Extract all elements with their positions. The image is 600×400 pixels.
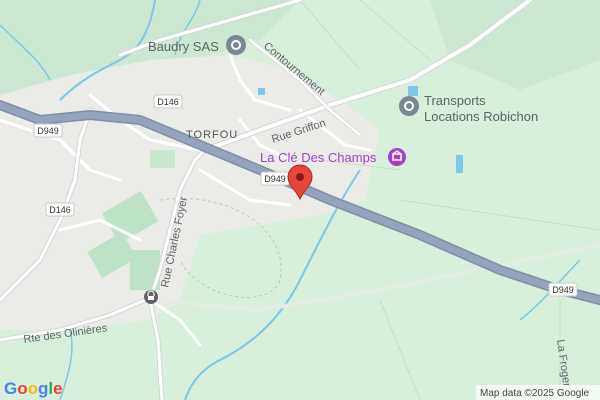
generic-poi-icon[interactable] (226, 35, 246, 55)
attraction-icon[interactable] (388, 148, 406, 166)
road-shield-d146-west: D146 (45, 202, 75, 217)
poi-label-robichon[interactable]: Locations Robichon (424, 109, 538, 124)
svg-text:Google: Google (4, 379, 63, 398)
google-logo: Google (4, 379, 63, 398)
svg-text:D146: D146 (157, 97, 179, 107)
generic-poi-icon[interactable] (399, 96, 419, 116)
map-attribution[interactable]: Map data ©2025 Google (480, 388, 590, 399)
svg-text:D146: D146 (49, 205, 71, 215)
pond (456, 155, 463, 173)
pond (408, 86, 418, 96)
road-shield-d949-west: D949 (33, 123, 63, 138)
poi-label-transports[interactable]: Transports (424, 93, 486, 108)
road-shield-d949-center: D949 (260, 171, 290, 186)
svg-text:D949: D949 (37, 126, 59, 136)
road-shield-d949-east: D949 (548, 282, 578, 297)
road-shield-d146-north: D146 (153, 94, 183, 109)
pond (258, 88, 265, 95)
svg-text:D949: D949 (552, 285, 574, 295)
poi-label-la-cle[interactable]: La Clé Des Champs (260, 150, 377, 165)
poi-label-baudry[interactable]: Baudry SAS (148, 39, 219, 54)
place-label-torfou: TORFOU (186, 129, 238, 141)
town-hall-icon[interactable] (144, 290, 158, 304)
park-area (150, 150, 175, 168)
svg-text:D949: D949 (264, 174, 286, 184)
map-canvas[interactable]: D949 D146 D146 D949 D949 Rue Griffon Con… (0, 0, 600, 400)
